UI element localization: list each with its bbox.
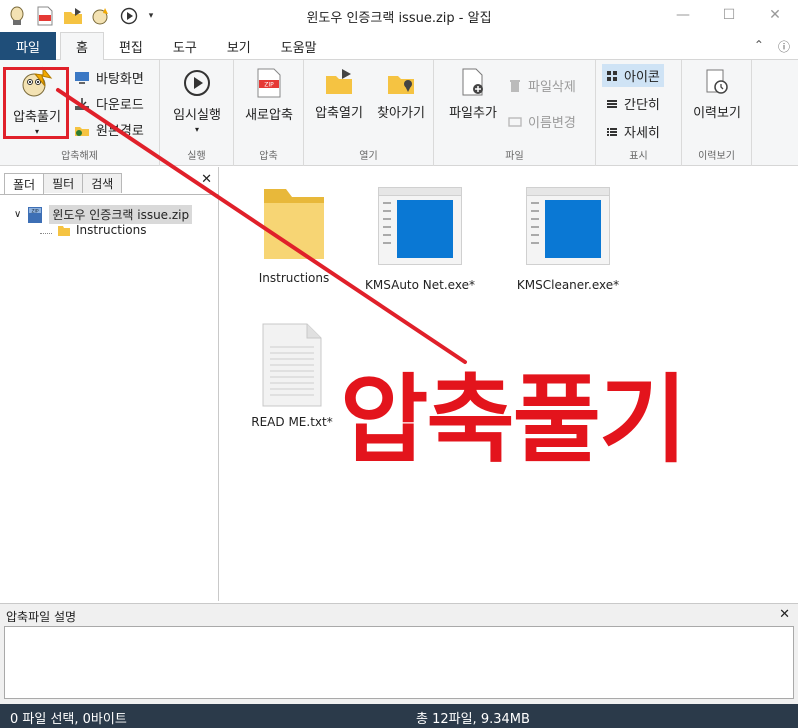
app-window: ▾ 윈도우 인증크랙 issue.zip - 알집 — ☐ ✕ 파일 홈 편집 … — [0, 0, 798, 728]
status-bar: 0 파일 선택, 0바이트 총 12파일, 9.34MB — [0, 704, 798, 728]
description-close-icon[interactable]: ✕ — [779, 607, 790, 622]
status-selection: 0 파일 선택, 0바이트 — [10, 712, 127, 727]
status-total: 총 12파일, 9.34MB — [416, 712, 530, 727]
annotation-text: 압축풀기 — [340, 364, 687, 476]
description-pane: 압축파일 설명 ✕ — [0, 603, 798, 704]
description-textbox[interactable] — [4, 626, 794, 699]
description-title: 압축파일 설명 — [6, 610, 77, 624]
